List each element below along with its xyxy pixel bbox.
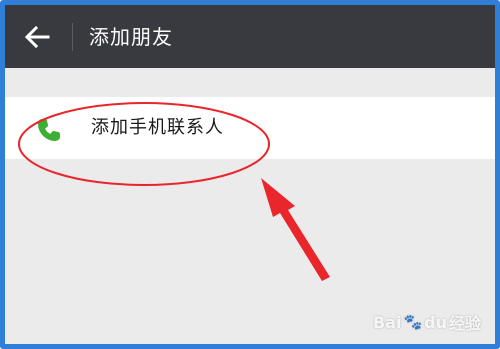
phone-icon xyxy=(38,119,60,141)
annotation-arrow xyxy=(261,178,330,281)
baidu-jingyan-watermark: Bai 🐾 du 经验 xyxy=(372,312,481,334)
paw-icon: 🐾 xyxy=(403,313,423,331)
title-divider xyxy=(72,23,73,51)
list-item-label: 添加手机联系人 xyxy=(91,117,224,138)
back-button[interactable] xyxy=(19,21,55,53)
arrow-left-icon xyxy=(24,26,50,48)
page-title: 添加朋友 xyxy=(89,25,173,49)
title-bar: 添加朋友 xyxy=(5,5,495,68)
list-item-add-phone-contacts[interactable]: 添加手机联系人 xyxy=(5,97,495,159)
screenshot-frame: 添加朋友 添加手机联系人 Bai 🐾 du 经验 xyxy=(0,0,500,349)
